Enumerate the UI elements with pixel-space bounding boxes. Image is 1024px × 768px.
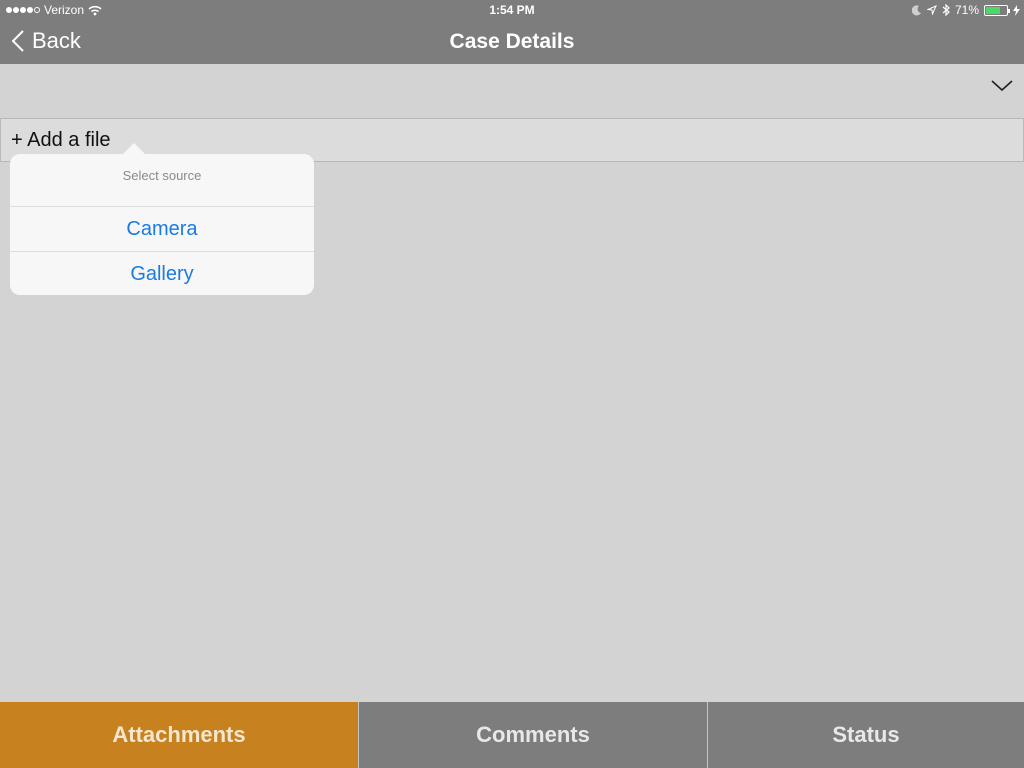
battery-level-fill bbox=[986, 6, 1001, 14]
navigation-bar: Back Case Details bbox=[0, 20, 1024, 64]
page-title: Case Details bbox=[449, 30, 575, 53]
status-time: 1:54 PM bbox=[489, 3, 535, 17]
gallery-option[interactable]: Gallery bbox=[10, 251, 314, 295]
bluetooth-icon bbox=[942, 4, 950, 16]
popover-title: Select source bbox=[10, 154, 314, 207]
charging-icon bbox=[1013, 4, 1020, 16]
tab-status[interactable]: Status bbox=[707, 702, 1024, 768]
popover-arrow bbox=[122, 143, 146, 155]
chevron-down-icon[interactable] bbox=[990, 76, 1014, 96]
battery-percent: 71% bbox=[954, 3, 979, 17]
tab-comments[interactable]: Comments bbox=[358, 702, 707, 768]
battery-icon bbox=[984, 4, 1010, 16]
tab-attachments[interactable]: Attachments bbox=[0, 702, 358, 768]
select-source-popover: Select source Camera Gallery bbox=[10, 143, 314, 295]
add-file-button[interactable]: + Add a file bbox=[11, 129, 111, 152]
status-bar: Verizon 1:54 PM 71% bbox=[0, 0, 1024, 20]
camera-option[interactable]: Camera bbox=[10, 207, 314, 251]
top-bar: Verizon 1:54 PM 71% Back Case Details bbox=[0, 0, 1024, 64]
location-icon bbox=[926, 5, 937, 15]
tab-bar: Attachments Comments Status bbox=[0, 702, 1024, 768]
status-right: 71% bbox=[911, 3, 1020, 17]
moon-icon bbox=[911, 4, 921, 15]
